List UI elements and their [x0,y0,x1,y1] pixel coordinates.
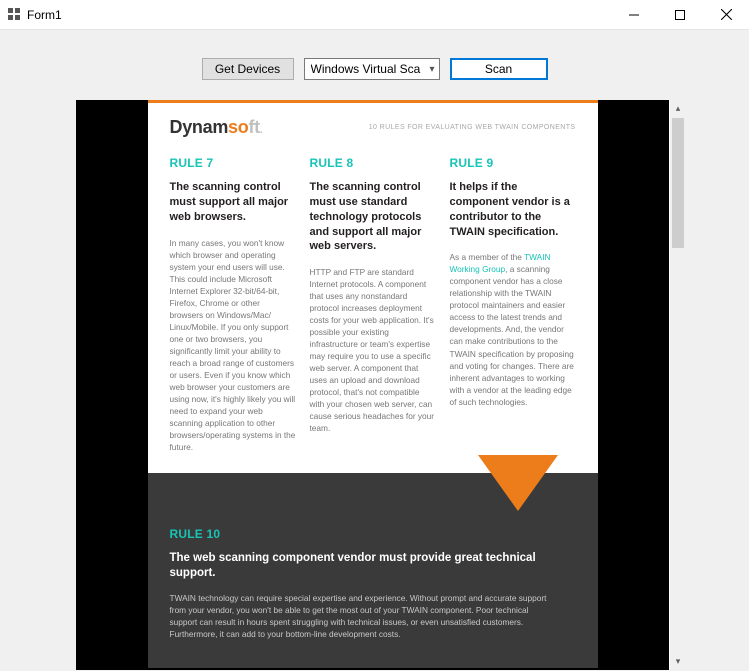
maximize-icon [675,10,685,20]
viewer-panel: Dynamsoft. 10 RULES FOR EVALUATING WEB T… [76,100,686,670]
get-devices-button[interactable]: Get Devices [202,58,294,80]
brand-dot: . [260,125,262,136]
scan-button[interactable]: Scan [450,58,548,80]
close-icon [721,9,732,20]
close-button[interactable] [703,0,749,30]
rule-8-heading: The scanning control must use standard t… [310,180,436,254]
rule-8-label: RULE 8 [310,156,436,170]
rule-9-heading: It helps if the component vendor is a co… [450,180,576,239]
page-header: Dynamsoft. 10 RULES FOR EVALUATING WEB T… [148,103,598,148]
rule-10-label: RULE 10 [170,527,576,541]
scroll-up-button[interactable]: ▴ [670,100,686,117]
rule-10-band: RULE 10 The web scanning component vendo… [148,473,598,668]
scanned-page: Dynamsoft. 10 RULES FOR EVALUATING WEB T… [148,100,598,668]
rule-9-body-post: , a scanning component vendor has a clos… [450,264,574,406]
minimize-icon [629,10,639,20]
brand-text-o: o [238,117,249,137]
rule-8-body: HTTP and FTP are standard Internet proto… [310,266,436,434]
window-titlebar: Form1 [0,0,749,30]
rule-7-column: RULE 7 The scanning control must support… [170,156,296,453]
rule-7-body: In many cases, you won't know which brow… [170,237,296,453]
rule-10-heading: The web scanning component vendor must p… [170,551,576,582]
maximize-button[interactable] [657,0,703,30]
scan-label: Scan [485,62,512,76]
rule-7-label: RULE 7 [170,156,296,170]
triangle-icon [478,455,558,511]
toolbar: Get Devices Windows Virtual Sca ▾ Scan [0,58,749,80]
brand-text-main: Dynam [170,117,229,137]
rule-9-label: RULE 9 [450,156,576,170]
chevron-down-icon: ▾ [429,64,434,75]
device-select-value: Windows Virtual Sca [311,62,426,76]
chevron-up-icon: ▴ [676,103,681,114]
minimize-button[interactable] [611,0,657,30]
chevron-down-icon: ▾ [676,656,681,667]
page-subtitle: 10 RULES FOR EVALUATING WEB TWAIN COMPON… [369,124,576,131]
scroll-down-button[interactable]: ▾ [670,653,686,670]
app-icon [8,8,21,21]
get-devices-label: Get Devices [215,62,280,76]
rule-7-heading: The scanning control must support all ma… [170,180,296,225]
scroll-thumb[interactable] [672,118,684,248]
brand-logo: Dynamsoft. [170,117,263,138]
rule-9-body-pre: As a member of the [450,252,525,262]
document-viewer[interactable]: Dynamsoft. 10 RULES FOR EVALUATING WEB T… [76,100,669,670]
device-select[interactable]: Windows Virtual Sca ▾ [304,58,440,80]
rule-8-column: RULE 8 The scanning control must use sta… [310,156,436,453]
rules-columns: RULE 7 The scanning control must support… [148,148,598,473]
rule-9-column: RULE 9 It helps if the component vendor … [450,156,576,453]
client-area: Get Devices Windows Virtual Sca ▾ Scan D… [0,30,749,671]
brand-text-tail: ft [248,117,259,137]
window-title: Form1 [27,8,62,22]
rule-9-body: As a member of the TWAIN Working Group, … [450,251,576,407]
vertical-scrollbar[interactable]: ▴ ▾ [669,100,686,670]
brand-text-accent: s [228,117,238,137]
rule-10-body: TWAIN technology can require special exp… [170,592,550,640]
